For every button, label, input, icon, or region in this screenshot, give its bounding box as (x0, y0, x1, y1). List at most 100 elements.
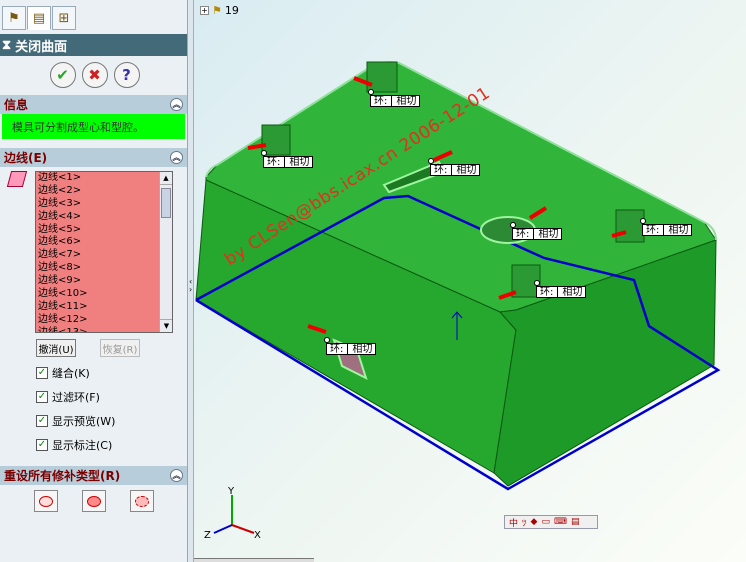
checkbox[interactable]: ✓ (36, 367, 48, 379)
option-checkbox-row[interactable]: ✓ 过滤环(F) (0, 385, 187, 409)
help-icon: ? (122, 66, 131, 84)
info-message: 模具可分割成型心和型腔。 (2, 114, 185, 139)
edges-section-header[interactable]: 边线(E) ︽ (0, 148, 187, 167)
checkbox-label: 显示预览(W) (52, 415, 116, 428)
tag-separator (451, 165, 453, 175)
patch-type-tag[interactable]: 环: 相切 (430, 164, 481, 176)
patch-type-tag[interactable]: 环: 相切 (263, 156, 314, 168)
display-style-icon[interactable]: ▭ (541, 517, 550, 527)
tag-loop-label: 环: (267, 157, 281, 168)
contact-patch-button[interactable] (33, 490, 58, 512)
tangent-icon (86, 495, 101, 507)
patch-type-tag[interactable]: 环: 相切 (512, 228, 563, 240)
patch-type-tag[interactable]: 环: 相切 (326, 343, 377, 355)
patch-type-tag[interactable]: 环: 相切 (536, 286, 587, 298)
collapse-icon[interactable]: ︽ (170, 98, 183, 111)
tangent-patch-button[interactable] (81, 490, 106, 512)
patch-type-tag[interactable]: 环: 相切 (370, 95, 421, 107)
boss-top (366, 61, 398, 93)
checkbox[interactable]: ✓ (36, 415, 48, 427)
feature-tree-icon: ⚑ (8, 10, 20, 26)
no-fill-button[interactable] (129, 490, 154, 512)
help-button[interactable]: ? (113, 62, 140, 88)
edges-header: 边线(E) (4, 151, 48, 165)
tag-loop-label: 环: (540, 287, 554, 298)
edge-list[interactable]: 边线<1> 边线<2> 边线<3> 边线<4> 边线<5> 边线<6> 边线<7> 边线<8>… (35, 171, 173, 333)
graphics-area[interactable]: + ⚑ 19 Y X Z 环: 相切 环: 相切 环: 相切 环: 相切 环: 相切 环: 相切 环: 相… (194, 0, 746, 562)
scroll-down-icon[interactable]: ▼ (160, 319, 172, 332)
tag-type-label: 相切 (668, 225, 689, 236)
checkbox[interactable]: ✓ (36, 391, 48, 403)
edge-list-item[interactable]: 边线<13> (36, 327, 172, 332)
option-checkbox-row[interactable]: ✓ 缝合(K) (0, 361, 187, 385)
tag-loop-label: 环: (374, 96, 388, 107)
edge-icon (6, 171, 28, 187)
axis-x (231, 524, 255, 534)
edge-list-scrollbar[interactable]: ▲ ▼ (159, 172, 172, 332)
redo-button: 恢复(R) (100, 339, 140, 357)
property-icon: ▤ (32, 10, 46, 26)
view-toolbar[interactable]: 中 ﾂ ◆ ▭ ⌨ ▤ (504, 515, 598, 529)
edge-list-item[interactable]: 边线<8> (36, 262, 172, 275)
undo-button[interactable]: 撤消(U) (36, 339, 76, 357)
tag-loop-label: 环: (434, 165, 448, 176)
ok-button[interactable]: ✔ (49, 62, 76, 88)
tag-loop-label: 环: (646, 225, 660, 236)
keyboard-icon[interactable]: ⌨ (554, 517, 567, 527)
scroll-thumb[interactable] (161, 188, 171, 218)
tag-separator (284, 157, 286, 167)
tag-separator (533, 229, 535, 239)
checkbox[interactable]: ✓ (36, 439, 48, 451)
reset-section-header[interactable]: 重设所有修补类型(R) ︽ (0, 466, 187, 485)
edge-list-item[interactable]: 边线<4> (36, 211, 172, 224)
action-buttons: ✔ ✖ ? (0, 56, 187, 94)
boss-right (615, 209, 645, 243)
edge-list-item[interactable]: 边线<10> (36, 288, 172, 301)
edge-list-item[interactable]: 边线<1> (36, 172, 172, 185)
zoom-icon[interactable]: ﾂ (522, 516, 527, 529)
no-fill-icon (134, 495, 149, 507)
tag-type-label: 相切 (396, 96, 417, 107)
edge-list-item[interactable]: 边线<5> (36, 224, 172, 237)
tag-separator (347, 344, 349, 354)
reset-buttons (0, 485, 187, 517)
bottom-scrollbar[interactable] (194, 558, 314, 562)
option-checkbox-row[interactable]: ✓ 显示标注(C) (0, 433, 187, 457)
option-checkbox-row[interactable]: ✓ 显示预览(W) (0, 409, 187, 433)
tag-type-label: 相切 (456, 165, 477, 176)
info-section-header[interactable]: 信息 ︽ (0, 95, 187, 114)
tab-configuration[interactable]: ⊞ (52, 6, 76, 30)
check-icon: ✔ (56, 66, 69, 84)
configuration-icon: ⊞ (58, 10, 70, 26)
collapse-icon[interactable]: ︽ (170, 151, 183, 164)
edge-list-item[interactable]: 边线<2> (36, 185, 172, 198)
edge-list-item[interactable]: 边线<6> (36, 236, 172, 249)
model-svg: Y X Z (195, 61, 721, 541)
splitter-arrows-icon: ‹ › (189, 277, 193, 294)
edge-list-item[interactable]: 边线<3> (36, 198, 172, 211)
tag-separator (557, 287, 559, 297)
edge-list-item[interactable]: 边线<11> (36, 301, 172, 314)
collapse-icon[interactable]: ︽ (170, 469, 183, 482)
close-icon: ✖ (88, 66, 101, 84)
edge-buttons: 撤消(U) 恢复(R) (0, 335, 187, 361)
shut-off-surface-icon: ⧗ (2, 37, 12, 53)
list-icon[interactable]: ▤ (571, 517, 580, 527)
scroll-up-icon[interactable]: ▲ (160, 172, 172, 185)
contact-icon (38, 495, 53, 507)
tag-separator (391, 96, 393, 106)
tab-property-manager[interactable]: ▤ (27, 6, 51, 30)
edge-list-item[interactable]: 边线<12> (36, 314, 172, 327)
patch-type-tag[interactable]: 环: 相切 (642, 224, 693, 236)
edge-list-item[interactable]: 边线<9> (36, 275, 172, 288)
edge-list-item[interactable]: 边线<7> (36, 249, 172, 262)
checkbox-label: 缝合(K) (52, 367, 90, 380)
edges-section: 边线<1> 边线<2> 边线<3> 边线<4> 边线<5> 边线<6> 边线<7> 边线<8>… (0, 167, 187, 335)
tab-feature-tree[interactable]: ⚑ (2, 6, 26, 30)
info-header: 信息 (4, 98, 29, 112)
rotate-icon[interactable]: ◆ (531, 517, 538, 527)
cancel-x-button[interactable]: ✖ (81, 62, 108, 88)
edge-items: 边线<1> 边线<2> 边线<3> 边线<4> 边线<5> 边线<6> 边线<7> 边线<8>… (36, 172, 172, 332)
view-orientation-icon[interactable]: 中 (509, 516, 518, 529)
checkbox-label: 过滤环(F) (52, 391, 100, 404)
